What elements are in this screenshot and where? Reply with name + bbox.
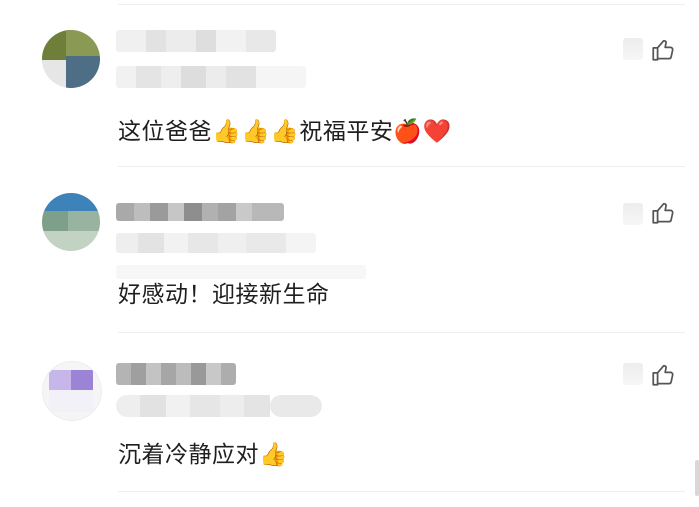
scrollbar[interactable] — [695, 460, 699, 496]
like-button[interactable] — [649, 361, 677, 389]
meta-blurred — [116, 265, 366, 279]
like-count-blurred — [623, 38, 643, 60]
like-button[interactable] — [649, 36, 677, 64]
like-count-blurred — [623, 203, 643, 225]
divider — [118, 491, 685, 492]
username-blurred[interactable] — [116, 203, 284, 221]
avatar[interactable] — [42, 30, 100, 88]
thumbs-up-outline-icon — [652, 364, 674, 386]
comment-text: 这位爸爸👍👍👍祝福平安🍎❤️ — [118, 119, 452, 145]
thumbs-up-outline-icon — [652, 202, 674, 224]
avatar[interactable] — [42, 361, 102, 421]
avatar[interactable] — [42, 193, 100, 251]
meta-blurred — [116, 66, 306, 88]
comment-item: 这位爸爸👍👍👍祝福平安🍎❤️ — [0, 0, 699, 168]
comment-item: 好感动！迎接新生命 — [0, 167, 699, 335]
meta-blurred — [116, 233, 316, 253]
comment-item: 沉着冷静应对👍 — [0, 333, 699, 501]
like-count-blurred — [623, 363, 643, 385]
thumbs-up-outline-icon — [652, 39, 674, 61]
meta-blurred — [116, 395, 322, 417]
username-blurred[interactable] — [116, 30, 276, 52]
like-button[interactable] — [649, 199, 677, 227]
comment-text: 沉着冷静应对👍 — [118, 442, 289, 468]
comment-text: 好感动！迎接新生命 — [118, 282, 330, 308]
username-blurred[interactable] — [116, 363, 236, 385]
